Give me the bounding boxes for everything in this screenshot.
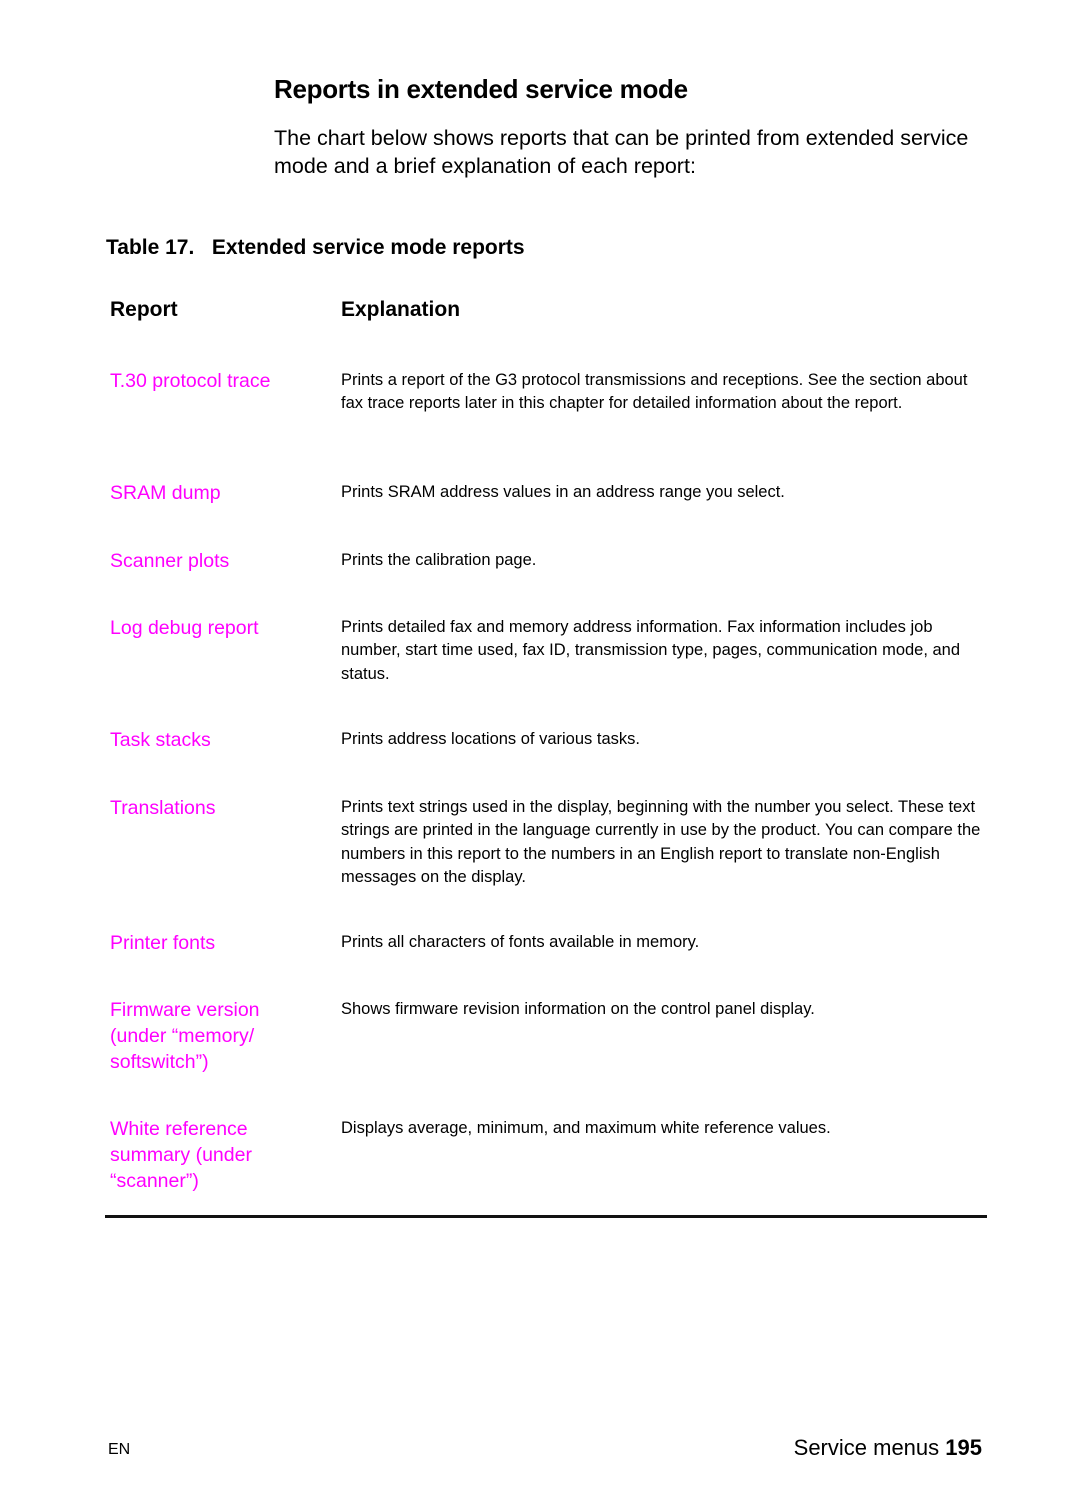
column-header-explanation: Explanation (341, 298, 461, 321)
table-bottom-rule (105, 1215, 987, 1218)
report-explanation: Prints text strings used in the display,… (341, 798, 981, 886)
footer-language: EN (108, 1441, 131, 1458)
report-link-task-stacks[interactable]: Task stacks (110, 727, 310, 753)
column-header-report: Report (110, 298, 178, 321)
report-link-firmware-version[interactable]: Firmware version (under “memory/ softswi… (110, 997, 285, 1075)
section-title: Reports in extended service mode (274, 74, 688, 104)
footer-page-label: Service menus 195 (794, 1435, 982, 1461)
footer-section-name: Service menus (793, 1435, 940, 1460)
report-link-printer-fonts[interactable]: Printer fonts (110, 930, 310, 956)
report-link-translations[interactable]: Translations (110, 795, 310, 821)
report-link-scanner-plots[interactable]: Scanner plots (110, 548, 310, 574)
report-explanation: Prints SRAM address values in an address… (341, 483, 785, 501)
report-explanation: Prints a report of the G3 protocol trans… (341, 371, 968, 413)
report-explanation: Displays average, minimum, and maximum w… (341, 1119, 831, 1137)
report-explanation: Shows firmware revision information on t… (341, 1000, 815, 1018)
page-number: 195 (945, 1435, 982, 1460)
table-caption: Table 17. Extended service mode reports (106, 236, 525, 259)
report-explanation: Prints all characters of fonts available… (341, 933, 700, 951)
report-explanation: Prints the calibration page. (341, 551, 537, 569)
report-link-log-debug-report[interactable]: Log debug report (110, 615, 310, 641)
report-link-sram-dump[interactable]: SRAM dump (110, 480, 310, 506)
report-link-white-reference-summary[interactable]: White reference summary (under “scanner”… (110, 1116, 280, 1194)
report-explanation: Prints address locations of various task… (341, 730, 640, 748)
intro-paragraph: The chart below shows reports that can b… (274, 126, 969, 178)
report-link-t30-protocol-trace[interactable]: T.30 protocol trace (110, 368, 310, 394)
report-explanation: Prints detailed fax and memory address i… (341, 618, 961, 683)
